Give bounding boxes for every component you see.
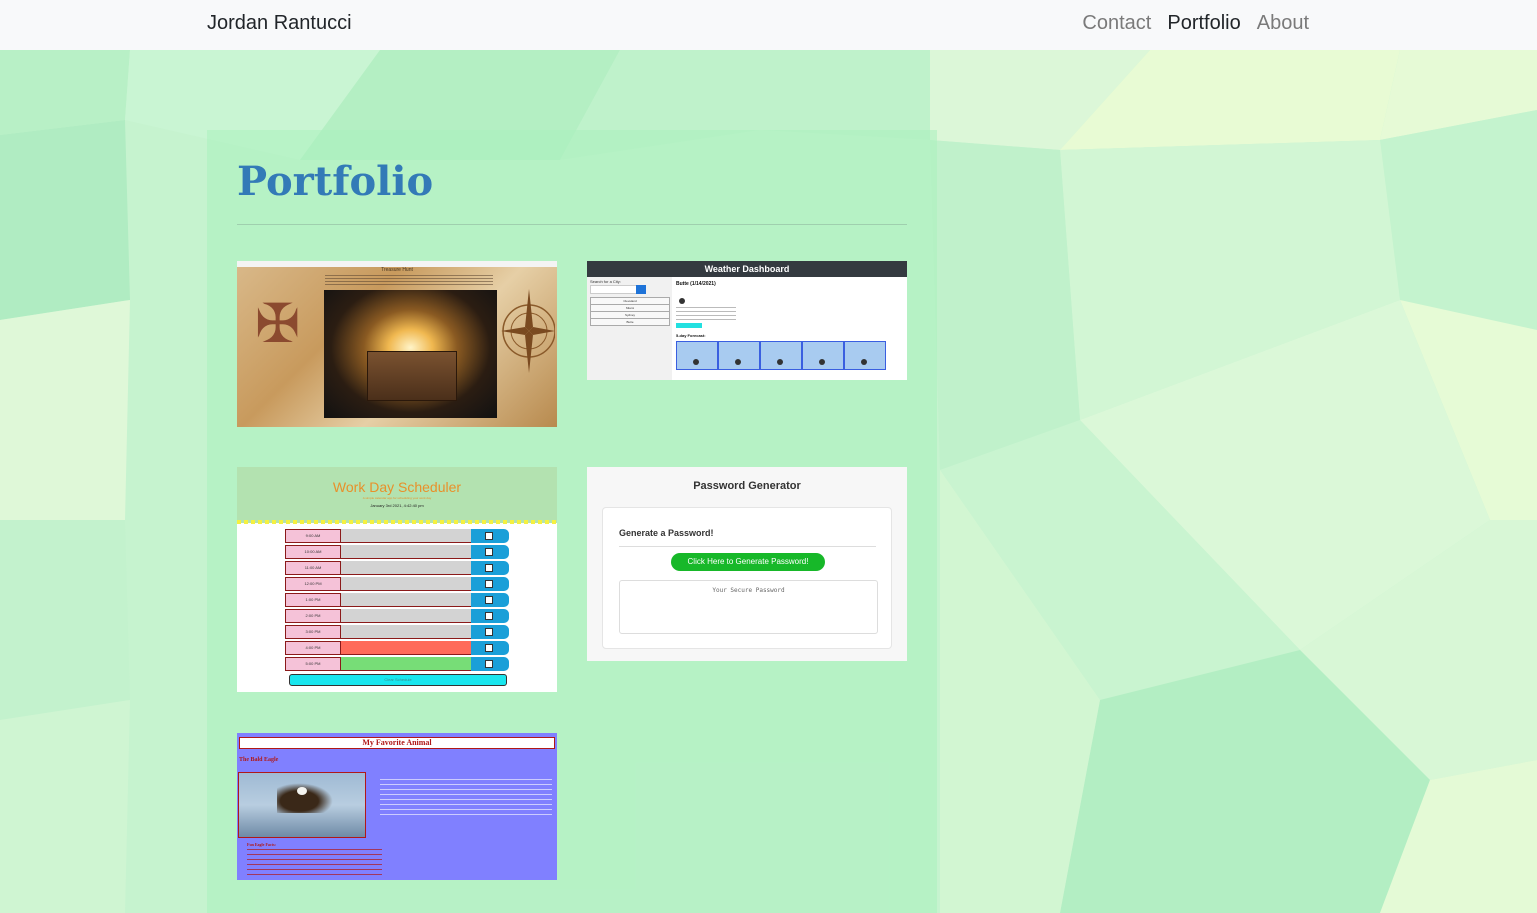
thumb-paragraph: [380, 779, 552, 819]
header-border: [237, 520, 557, 524]
event-text-future: [341, 657, 471, 671]
compass-icon: [501, 289, 555, 373]
thumb-sidebar: Search for a City: Cleveland Miami Sydne…: [587, 277, 672, 380]
project-treasure-hunt[interactable]: Treasure Hunt ✠: [237, 261, 557, 427]
save-icon: [471, 593, 509, 607]
thumb-title: Password Generator: [693, 480, 801, 492]
forecast-label: 5-day Forecast:: [676, 333, 706, 338]
project-password-generator[interactable]: Password Generator Generate a Password! …: [587, 467, 907, 661]
card-heading: Generate a Password!: [619, 528, 714, 538]
portfolio-panel: Portfolio Treasure Hunt ✠ Weather Dashbo…: [207, 130, 937, 913]
weather-details: [676, 307, 736, 322]
event-text: [341, 609, 471, 623]
nav-portfolio[interactable]: Portfolio: [1167, 12, 1240, 35]
city-heading: Butte (1/14/2021): [676, 281, 716, 287]
event-text: [341, 625, 471, 639]
save-icon: [471, 561, 509, 575]
eagle-head: [297, 787, 307, 795]
time-block: 3:00 PM: [285, 625, 509, 639]
thumb-title: My Favorite Animal: [239, 737, 555, 749]
hour-label: 10:00 AM: [285, 545, 341, 559]
thumb-header: Work Day Scheduler A simple calendar app…: [237, 467, 557, 523]
hour-label: 9:00 AM: [285, 529, 341, 543]
hour-label: 12:00 PM: [285, 577, 341, 591]
forecast-card: [718, 341, 760, 370]
save-icon: [471, 609, 509, 623]
weather-icon: [679, 298, 685, 304]
title-divider: [237, 224, 907, 225]
hour-label: 4:00 PM: [285, 641, 341, 655]
forecast-card: [760, 341, 802, 370]
time-block: 5:00 PM: [285, 657, 509, 671]
nav-contact[interactable]: Contact: [1082, 12, 1151, 35]
thumb-title: Work Day Scheduler: [332, 479, 462, 495]
generator-card: Generate a Password! Click Here to Gener…: [602, 507, 892, 649]
card-divider: [619, 546, 876, 547]
hour-label: 2:00 PM: [285, 609, 341, 623]
save-icon: [471, 625, 509, 639]
forecast-card: [844, 341, 886, 370]
thumb-header: Weather Dashboard: [587, 261, 907, 277]
map-cross-icon: ✠: [255, 294, 301, 354]
save-icon: [471, 529, 509, 543]
event-text: [341, 529, 471, 543]
navbar: Jordan Rantucci Contact Portfolio About: [0, 0, 1537, 50]
save-icon: [471, 657, 509, 671]
time-block: 10:00 AM: [285, 545, 509, 559]
brand-link[interactable]: Jordan Rantucci: [207, 12, 352, 35]
project-favorite-animal[interactable]: My Favorite Animal The Bald Eagle Fun Ea…: [237, 733, 557, 880]
thumb-subtitle: The Bald Eagle: [239, 757, 279, 763]
uv-badge: [676, 323, 702, 328]
thumb-subtitle: A simple calendar app for scheduling you…: [362, 496, 432, 500]
search-label: Search for a City:: [590, 279, 621, 284]
save-icon: [471, 577, 509, 591]
chest-icon: [367, 351, 457, 401]
hour-label: 5:00 PM: [285, 657, 341, 671]
city-button: Butte: [590, 318, 670, 326]
event-text: [341, 561, 471, 575]
thumb-date: January 3rd 2021, 4:42:40 pm: [370, 503, 424, 508]
project-work-day-scheduler[interactable]: Work Day Scheduler A simple calendar app…: [237, 467, 557, 692]
forecast-card: [676, 341, 718, 370]
time-block: 4:00 PM: [285, 641, 509, 655]
project-weather-dashboard[interactable]: Weather Dashboard Search for a City: Cle…: [587, 261, 907, 380]
nav-links: Contact Portfolio About: [1082, 12, 1309, 35]
thumb-text-lines: [325, 275, 493, 287]
event-text: [341, 577, 471, 591]
event-text-present: [341, 641, 471, 655]
event-text: [341, 545, 471, 559]
facts-heading: Fun Eagle Facts:: [247, 842, 276, 847]
save-icon: [471, 641, 509, 655]
hour-label: 11:00 AM: [285, 561, 341, 575]
search-icon: [636, 285, 646, 294]
search-input: [590, 285, 638, 294]
hour-label: 1:00 PM: [285, 593, 341, 607]
save-icon: [471, 545, 509, 559]
page-title: Portfolio: [237, 158, 434, 205]
hour-label: 3:00 PM: [285, 625, 341, 639]
generate-button: Click Here to Generate Password!: [671, 553, 825, 571]
password-placeholder: Your Secure Password: [712, 587, 785, 594]
forecast-card: [802, 341, 844, 370]
password-output: Your Secure Password: [619, 580, 878, 634]
event-text: [341, 593, 471, 607]
time-block: 11:00 AM: [285, 561, 509, 575]
facts-list: [247, 849, 382, 876]
time-block: 9:00 AM: [285, 529, 509, 543]
time-block: 1:00 PM: [285, 593, 509, 607]
eagle-photo: [238, 772, 366, 838]
time-block: 2:00 PM: [285, 609, 509, 623]
time-block: 12:00 PM: [285, 577, 509, 591]
nav-about[interactable]: About: [1257, 12, 1309, 35]
clear-schedule-button: Clear Schedule: [289, 674, 507, 686]
